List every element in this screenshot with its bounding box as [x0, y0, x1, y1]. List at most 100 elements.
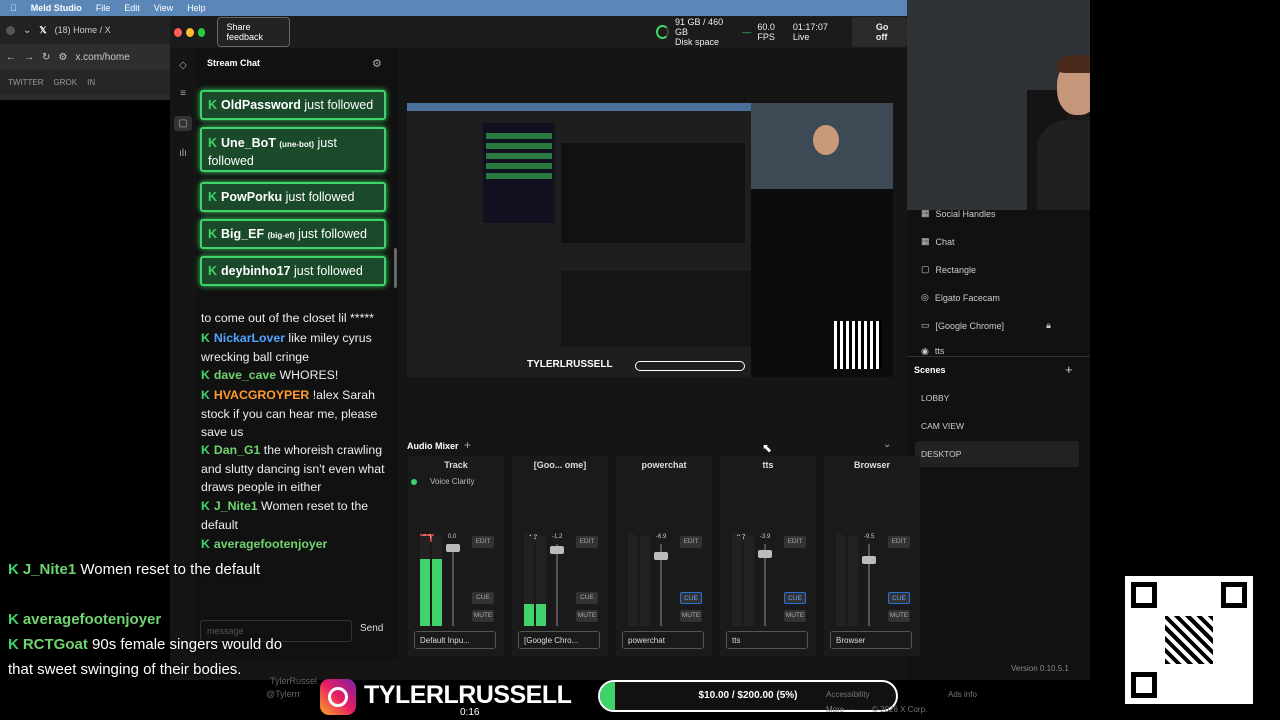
volume-fader-handle[interactable]: [446, 544, 460, 552]
source-item[interactable]: ▭ [Google Chrome] 🔒︎: [921, 320, 1051, 331]
scene-item-cam-view[interactable]: CAM VIEW: [915, 413, 1079, 439]
volume-fader-handle[interactable]: [862, 556, 876, 564]
menu-file[interactable]: File: [96, 3, 111, 13]
layers-icon[interactable]: ≡: [180, 88, 186, 99]
webcam-feed: [907, 0, 1090, 210]
live-time-readout: 01:17:07 Live: [793, 22, 828, 42]
reload-icon[interactable]: ↻: [42, 52, 50, 63]
chat-send-button[interactable]: Send: [360, 623, 383, 634]
preview-chat: [483, 123, 555, 223]
apple-icon[interactable]: : [10, 3, 17, 13]
share-feedback-button[interactable]: Share feedback: [217, 17, 291, 47]
forward-icon[interactable]: →: [24, 52, 34, 63]
overlay-user: RCTGoat: [22, 636, 88, 653]
chat-scrollbar[interactable]: [394, 248, 397, 288]
effect-label[interactable]: Voice Clarity: [430, 477, 474, 486]
site-settings-icon[interactable]: ⚙: [58, 52, 67, 63]
url-field[interactable]: x.com/home: [75, 52, 129, 63]
go-offline-button[interactable]: Go off: [851, 17, 907, 47]
bookmark-twitter[interactable]: TWITTER: [8, 78, 44, 87]
audio-source-select[interactable]: powerchat: [622, 631, 704, 649]
minimize-window-button[interactable]: [185, 27, 194, 37]
source-item[interactable]: ▢ Rectangle: [921, 264, 976, 275]
audio-source-select[interactable]: Browser: [830, 631, 912, 649]
mute-button[interactable]: MUTE: [680, 610, 702, 622]
edit-button[interactable]: EDIT: [888, 536, 910, 548]
audio-icon[interactable]: ılı: [179, 148, 187, 159]
chat-message: K HVACGROYPER !alex Sarah stock if you ca…: [201, 386, 391, 442]
cue-button[interactable]: CUE: [576, 592, 598, 604]
cue-button[interactable]: CUE: [680, 592, 702, 604]
meter-db-right: -9.5: [864, 534, 875, 540]
channel-name[interactable]: Track: [408, 460, 504, 470]
menubar-app-name[interactable]: Meld Studio: [31, 3, 82, 13]
chat-settings-icon[interactable]: ⚙: [372, 57, 382, 70]
menu-view[interactable]: View: [154, 3, 173, 13]
edit-button[interactable]: EDIT: [472, 536, 494, 548]
mute-button[interactable]: MUTE: [576, 610, 598, 622]
edit-button[interactable]: EDIT: [680, 536, 702, 548]
disk-usage-icon: [656, 25, 670, 39]
kick-icon: K: [201, 388, 210, 402]
overlay-chat-line: Kaveragefootenjoyer: [8, 607, 298, 632]
add-audio-icon[interactable]: +: [464, 438, 471, 452]
collapse-mixer-icon[interactable]: ⌄: [883, 439, 891, 450]
close-window-button[interactable]: [174, 27, 182, 37]
bookmark-grok[interactable]: GROK: [54, 78, 78, 87]
edit-button[interactable]: EDIT: [576, 536, 598, 548]
source-item[interactable]: ◉ tts: [921, 347, 944, 355]
stream-preview[interactable]: TYLERLRUSSELL: [407, 103, 893, 377]
add-scene-icon[interactable]: +: [1065, 362, 1073, 377]
level-meter: [744, 536, 754, 626]
mute-button[interactable]: MUTE: [784, 610, 806, 622]
message-user[interactable]: averagefootenjoyer: [214, 537, 327, 551]
live-time: 01:17:07: [792, 22, 828, 32]
cue-button[interactable]: CUE: [888, 592, 910, 604]
audio-source-select[interactable]: tts: [726, 631, 808, 649]
audio-source-select[interactable]: [Google Chro...: [518, 631, 600, 649]
browser-url-row: ← → ↻ ⚙ x.com/home: [0, 44, 170, 70]
message-user[interactable]: HVACGROYPER: [214, 388, 309, 402]
message-user[interactable]: J_Nite1: [214, 499, 258, 513]
zoom-window-button[interactable]: [197, 27, 206, 37]
volume-fader-handle[interactable]: [758, 550, 772, 558]
source-item[interactable]: ◎ Elgato Facecam: [921, 292, 1000, 303]
menu-help[interactable]: Help: [187, 3, 206, 13]
footer-link[interactable]: Accessibility: [826, 690, 870, 699]
footer-link[interactable]: Ads info: [948, 690, 977, 699]
mute-button[interactable]: MUTE: [472, 610, 494, 622]
chat-icon[interactable]: ▢: [174, 116, 192, 131]
channel-name[interactable]: tts: [720, 460, 816, 470]
channel-name[interactable]: powerchat: [616, 460, 712, 470]
scene-item-desktop[interactable]: DESKTOP: [915, 441, 1079, 467]
scene-item-lobby[interactable]: LOBBY: [915, 385, 1079, 411]
source-item[interactable]: ▦ Chat: [921, 236, 955, 247]
cue-button[interactable]: CUE: [472, 592, 494, 604]
bookmark-in[interactable]: IN: [87, 78, 95, 87]
audio-source-select[interactable]: Default Inpu...: [414, 631, 496, 649]
qr-finder: [1131, 672, 1157, 698]
message-user[interactable]: dave_cave: [214, 368, 276, 382]
chevron-down-icon[interactable]: ⌄: [23, 25, 31, 36]
edit-button[interactable]: EDIT: [784, 536, 806, 548]
scenes-icon[interactable]: ◇: [179, 60, 187, 71]
mute-button[interactable]: MUTE: [888, 610, 910, 622]
window-icon: ▭: [921, 320, 930, 330]
channel-name[interactable]: [Goo... ome]: [512, 460, 608, 470]
instagram-lens: [328, 687, 348, 707]
volume-fader-handle[interactable]: [654, 552, 668, 560]
menu-edit[interactable]: Edit: [124, 3, 140, 13]
footer-link[interactable]: More ···: [826, 705, 854, 714]
message-user[interactable]: Dan_G1: [214, 443, 260, 457]
lock-icon[interactable]: 🔒︎: [1046, 320, 1051, 331]
browser-tab[interactable]: (18) Home / X: [55, 25, 111, 35]
message-user[interactable]: NickarLover: [214, 331, 285, 345]
preview-nested-preview: [561, 143, 745, 243]
channel-name[interactable]: Browser: [824, 460, 920, 470]
source-label: Rectangle: [935, 264, 977, 275]
back-icon[interactable]: ←: [6, 52, 16, 63]
volume-fader-handle[interactable]: [550, 546, 564, 554]
fader-track: [452, 544, 454, 626]
follow-suffix: just followed: [285, 190, 355, 204]
cue-button[interactable]: CUE: [784, 592, 806, 604]
